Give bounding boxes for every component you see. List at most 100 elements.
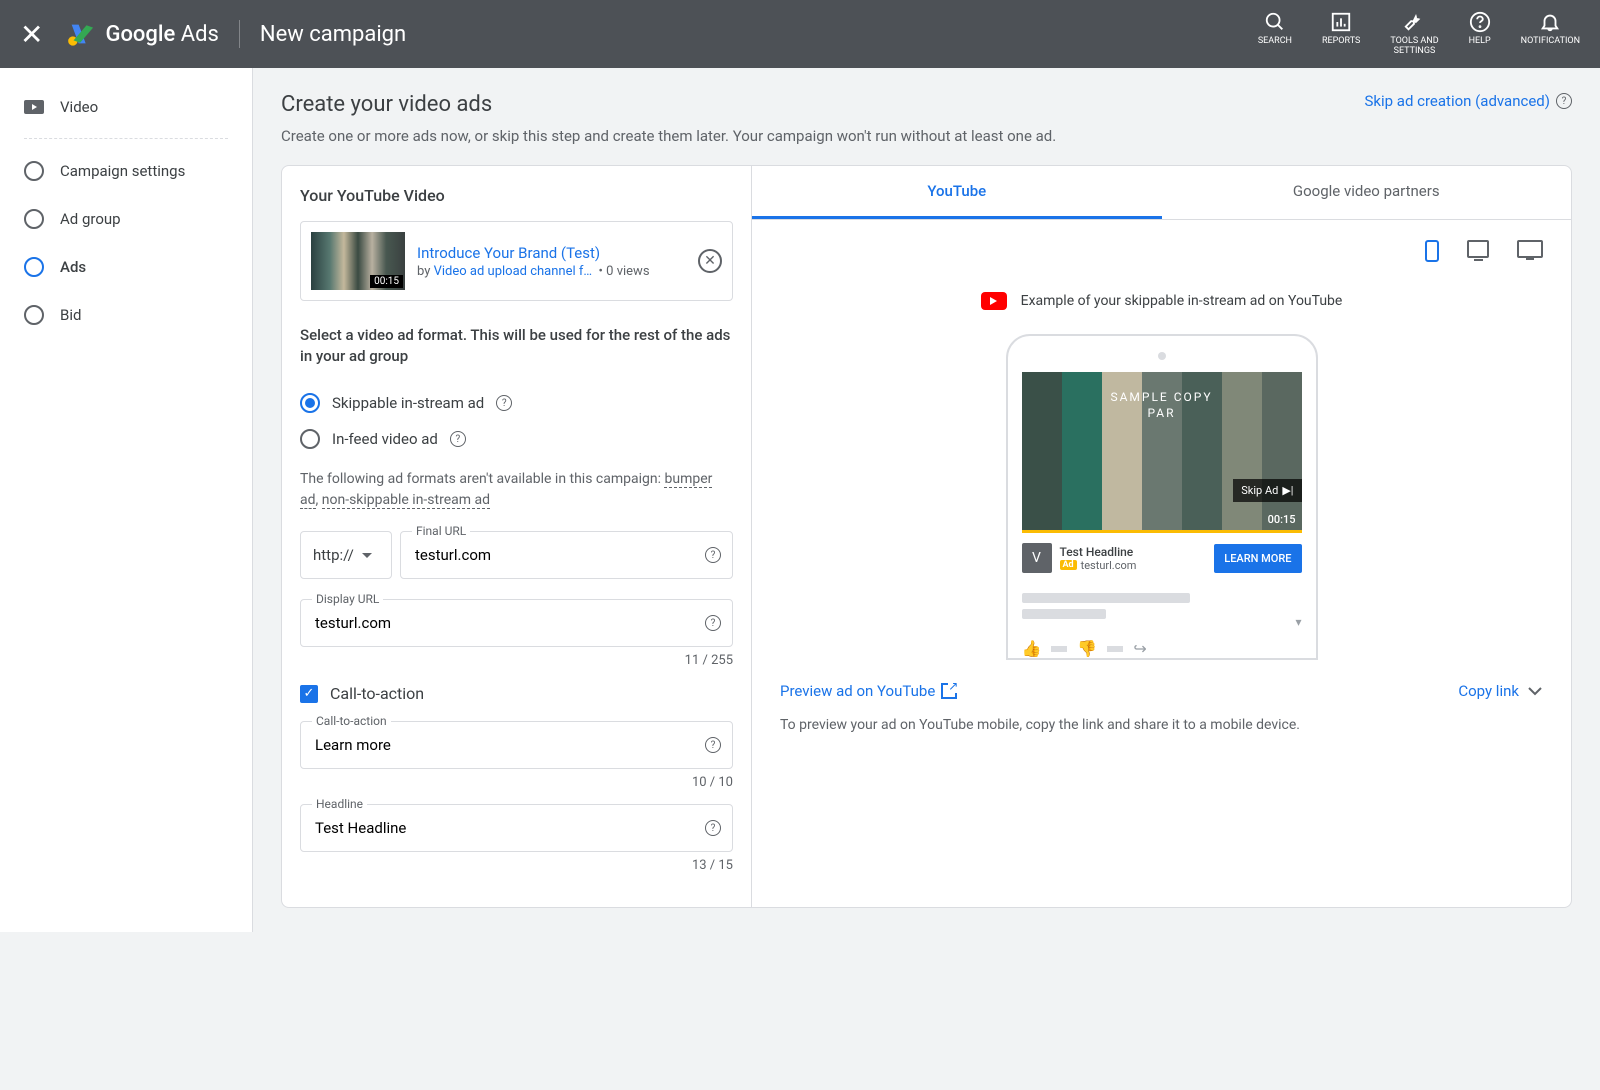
header-tools: SEARCH REPORTS TOOLS AND SETTINGS HELP N… <box>1258 11 1580 57</box>
reports-icon <box>1330 11 1352 33</box>
char-count: 11 / 255 <box>300 653 733 668</box>
protocol-select[interactable]: http:// <box>300 531 392 579</box>
desktop-device-icon[interactable] <box>1467 240 1489 258</box>
open-external-icon <box>941 683 957 699</box>
help-circle-icon[interactable]: ? <box>1556 93 1572 109</box>
sidebar-item-ads[interactable]: Ads <box>0 243 252 291</box>
mock-time: 00:15 <box>1268 513 1296 526</box>
radio-icon <box>24 161 44 181</box>
radio-icon <box>300 393 320 413</box>
headline-input[interactable] <box>300 804 733 852</box>
sidebar-item-label: Ad group <box>60 210 121 228</box>
phone-camera-dot <box>1158 352 1166 360</box>
reports-tool[interactable]: REPORTS <box>1322 11 1360 57</box>
tab-youtube[interactable]: YouTube <box>752 166 1162 219</box>
logo-text: Google Ads <box>105 22 218 47</box>
sidebar-item-bid[interactable]: Bid <box>0 291 252 339</box>
field-label: Headline <box>312 797 367 811</box>
tv-device-icon[interactable] <box>1517 240 1543 258</box>
thumbs-up-icon: 👍 <box>1022 639 1042 658</box>
sidebar-item-label: Video <box>60 98 98 116</box>
radio-icon <box>24 209 44 229</box>
sidebar-item-label: Ads <box>60 258 86 276</box>
sidebar-item-label: Campaign settings <box>60 162 185 180</box>
help-icon <box>1469 11 1491 33</box>
help-circle-icon[interactable]: ? <box>705 820 721 836</box>
display-url-input[interactable] <box>300 599 733 647</box>
video-title-link[interactable]: Introduce Your Brand (Test) <box>417 244 686 262</box>
field-label: Display URL <box>312 592 383 606</box>
char-count: 10 / 10 <box>300 775 733 790</box>
remove-video-button[interactable]: ✕ <box>698 249 722 273</box>
sidebar-item-video[interactable]: Video <box>0 84 252 130</box>
device-selector <box>752 220 1571 282</box>
ad-badge: Ad <box>1060 560 1077 570</box>
mobile-device-icon[interactable] <box>1425 240 1439 262</box>
notifications-tool[interactable]: NOTIFICATION <box>1521 11 1580 57</box>
preview-note: To preview your ad on YouTube mobile, co… <box>752 708 1571 756</box>
google-ads-logo[interactable]: Google Ads <box>67 20 218 48</box>
radio-icon <box>300 429 320 449</box>
search-tool[interactable]: SEARCH <box>1258 11 1292 57</box>
chevron-down-icon <box>362 553 372 558</box>
cta-checkbox[interactable]: ✓ Call-to-action <box>300 684 733 703</box>
bell-icon <box>1539 11 1561 33</box>
help-tool[interactable]: HELP <box>1469 11 1491 57</box>
sidebar-item-campaign-settings[interactable]: Campaign settings <box>0 147 252 195</box>
sidebar-item-label: Bid <box>60 306 81 324</box>
mock-skeleton <box>1008 583 1316 635</box>
mock-avatar: V <box>1022 543 1052 573</box>
section-title: Your YouTube Video <box>300 186 733 205</box>
skip-ad-creation-link[interactable]: Skip ad creation (advanced) ? <box>1364 92 1572 110</box>
format-prompt: Select a video ad format. This will be u… <box>300 325 733 367</box>
preview-caption: Example of your skippable in-stream ad o… <box>752 282 1571 334</box>
video-duration: 00:15 <box>370 275 403 288</box>
search-icon <box>1264 11 1286 33</box>
page-breadcrumb: New campaign <box>260 22 1258 47</box>
help-circle-icon[interactable]: ? <box>496 395 512 411</box>
mock-video-player: SAMPLE COPY PAR Skip Ad ▶| 00:15 <box>1022 372 1302 530</box>
char-count: 13 / 15 <box>300 858 733 873</box>
thumbs-down-icon: 👎 <box>1077 639 1097 658</box>
skippable-instream-radio[interactable]: Skippable in-stream ad ? <box>300 385 733 421</box>
cta-input[interactable] <box>300 721 733 769</box>
help-circle-icon[interactable]: ? <box>450 431 466 447</box>
ads-logo-icon <box>67 20 95 48</box>
sidebar: Video Campaign settings Ad group Ads Bid <box>0 68 253 932</box>
mock-url: testurl.com <box>1081 559 1137 572</box>
copy-link-button[interactable]: Copy link <box>1458 682 1543 700</box>
preview-tabs: YouTube Google video partners <box>752 166 1571 220</box>
phone-mockup: SAMPLE COPY PAR Skip Ad ▶| 00:15 V Test … <box>1006 334 1318 660</box>
channel-link[interactable]: Video ad upload channel f… <box>434 264 593 279</box>
app-header: ✕ Google Ads New campaign SEARCH REPORTS… <box>0 0 1600 68</box>
checkbox-icon: ✓ <box>300 685 318 703</box>
mock-sample-text: SAMPLE COPY PAR <box>1110 390 1212 421</box>
help-circle-icon[interactable]: ? <box>705 547 721 563</box>
video-icon <box>24 100 44 114</box>
preview-on-youtube-link[interactable]: Preview ad on YouTube <box>780 682 957 700</box>
mock-cta-button: LEARN MORE <box>1214 544 1301 573</box>
header-divider <box>239 20 240 48</box>
tools-settings-tool[interactable]: TOOLS AND SETTINGS <box>1390 11 1438 57</box>
tab-video-partners[interactable]: Google video partners <box>1162 166 1572 219</box>
page-subtitle: Create one or more ads now, or skip this… <box>281 127 1572 145</box>
mock-actions: 👍 👎 ↪ ▾ <box>1008 635 1316 658</box>
field-label: Call-to-action <box>312 714 391 728</box>
final-url-input[interactable] <box>400 531 733 579</box>
help-circle-icon[interactable]: ? <box>705 737 721 753</box>
skip-ad-button: Skip Ad ▶| <box>1233 479 1301 502</box>
help-circle-icon[interactable]: ? <box>705 615 721 631</box>
preview-column: YouTube Google video partners Example of… <box>752 166 1571 907</box>
radio-icon <box>24 305 44 325</box>
selected-video-card: 00:15 Introduce Your Brand (Test) by Vid… <box>300 221 733 301</box>
infeed-video-radio[interactable]: In-feed video ad ? <box>300 421 733 457</box>
page-title: Create your video ads <box>281 92 492 117</box>
chevron-down-icon: ▾ <box>1295 615 1301 629</box>
sidebar-divider <box>24 138 228 139</box>
video-thumbnail: 00:15 <box>311 232 405 290</box>
mock-ad-info: V Test Headline Ad testurl.com LEARN MOR… <box>1008 533 1316 583</box>
sidebar-item-ad-group[interactable]: Ad group <box>0 195 252 243</box>
close-icon[interactable]: ✕ <box>20 18 43 51</box>
youtube-icon <box>981 292 1007 310</box>
form-column: Your YouTube Video 00:15 Introduce Your … <box>282 166 752 907</box>
